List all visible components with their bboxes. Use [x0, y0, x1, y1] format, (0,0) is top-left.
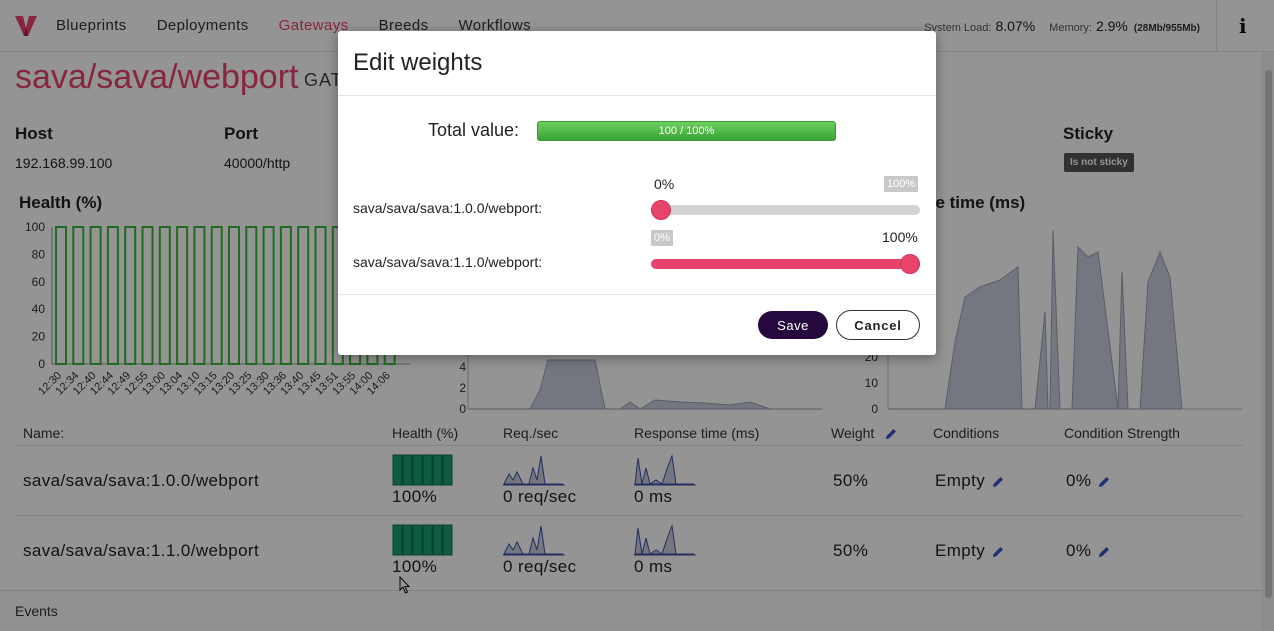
- slider-1-max-label: 100%: [884, 176, 919, 192]
- modal-header-divider: [338, 95, 936, 96]
- slider-1-handle[interactable]: [651, 200, 671, 220]
- slider-1-value: 0%: [654, 176, 675, 192]
- total-progress-bar: 100 / 100%: [537, 121, 836, 141]
- slider-2-handle[interactable]: [900, 254, 920, 274]
- edit-weights-modal: Edit weights Total value: 100 / 100% 0% …: [338, 31, 936, 355]
- slider-1-label: sava/sava/sava:1.0.0/webport:: [353, 200, 543, 216]
- modal-footer-divider: [338, 294, 936, 295]
- slider-2-fill: [651, 259, 920, 269]
- cancel-button[interactable]: Cancel: [836, 310, 920, 340]
- modal-title: Edit weights: [353, 49, 483, 76]
- slider-1-track[interactable]: [651, 205, 920, 215]
- total-value-label: Total value:: [428, 120, 520, 140]
- slider-2-label: sava/sava/sava:1.1.0/webport:: [353, 254, 543, 270]
- slider-2-min-label: 0%: [651, 230, 673, 246]
- slider-2-value: 100%: [882, 229, 918, 245]
- total-progress-text: 100 / 100%: [658, 125, 715, 137]
- save-button[interactable]: Save: [758, 311, 828, 339]
